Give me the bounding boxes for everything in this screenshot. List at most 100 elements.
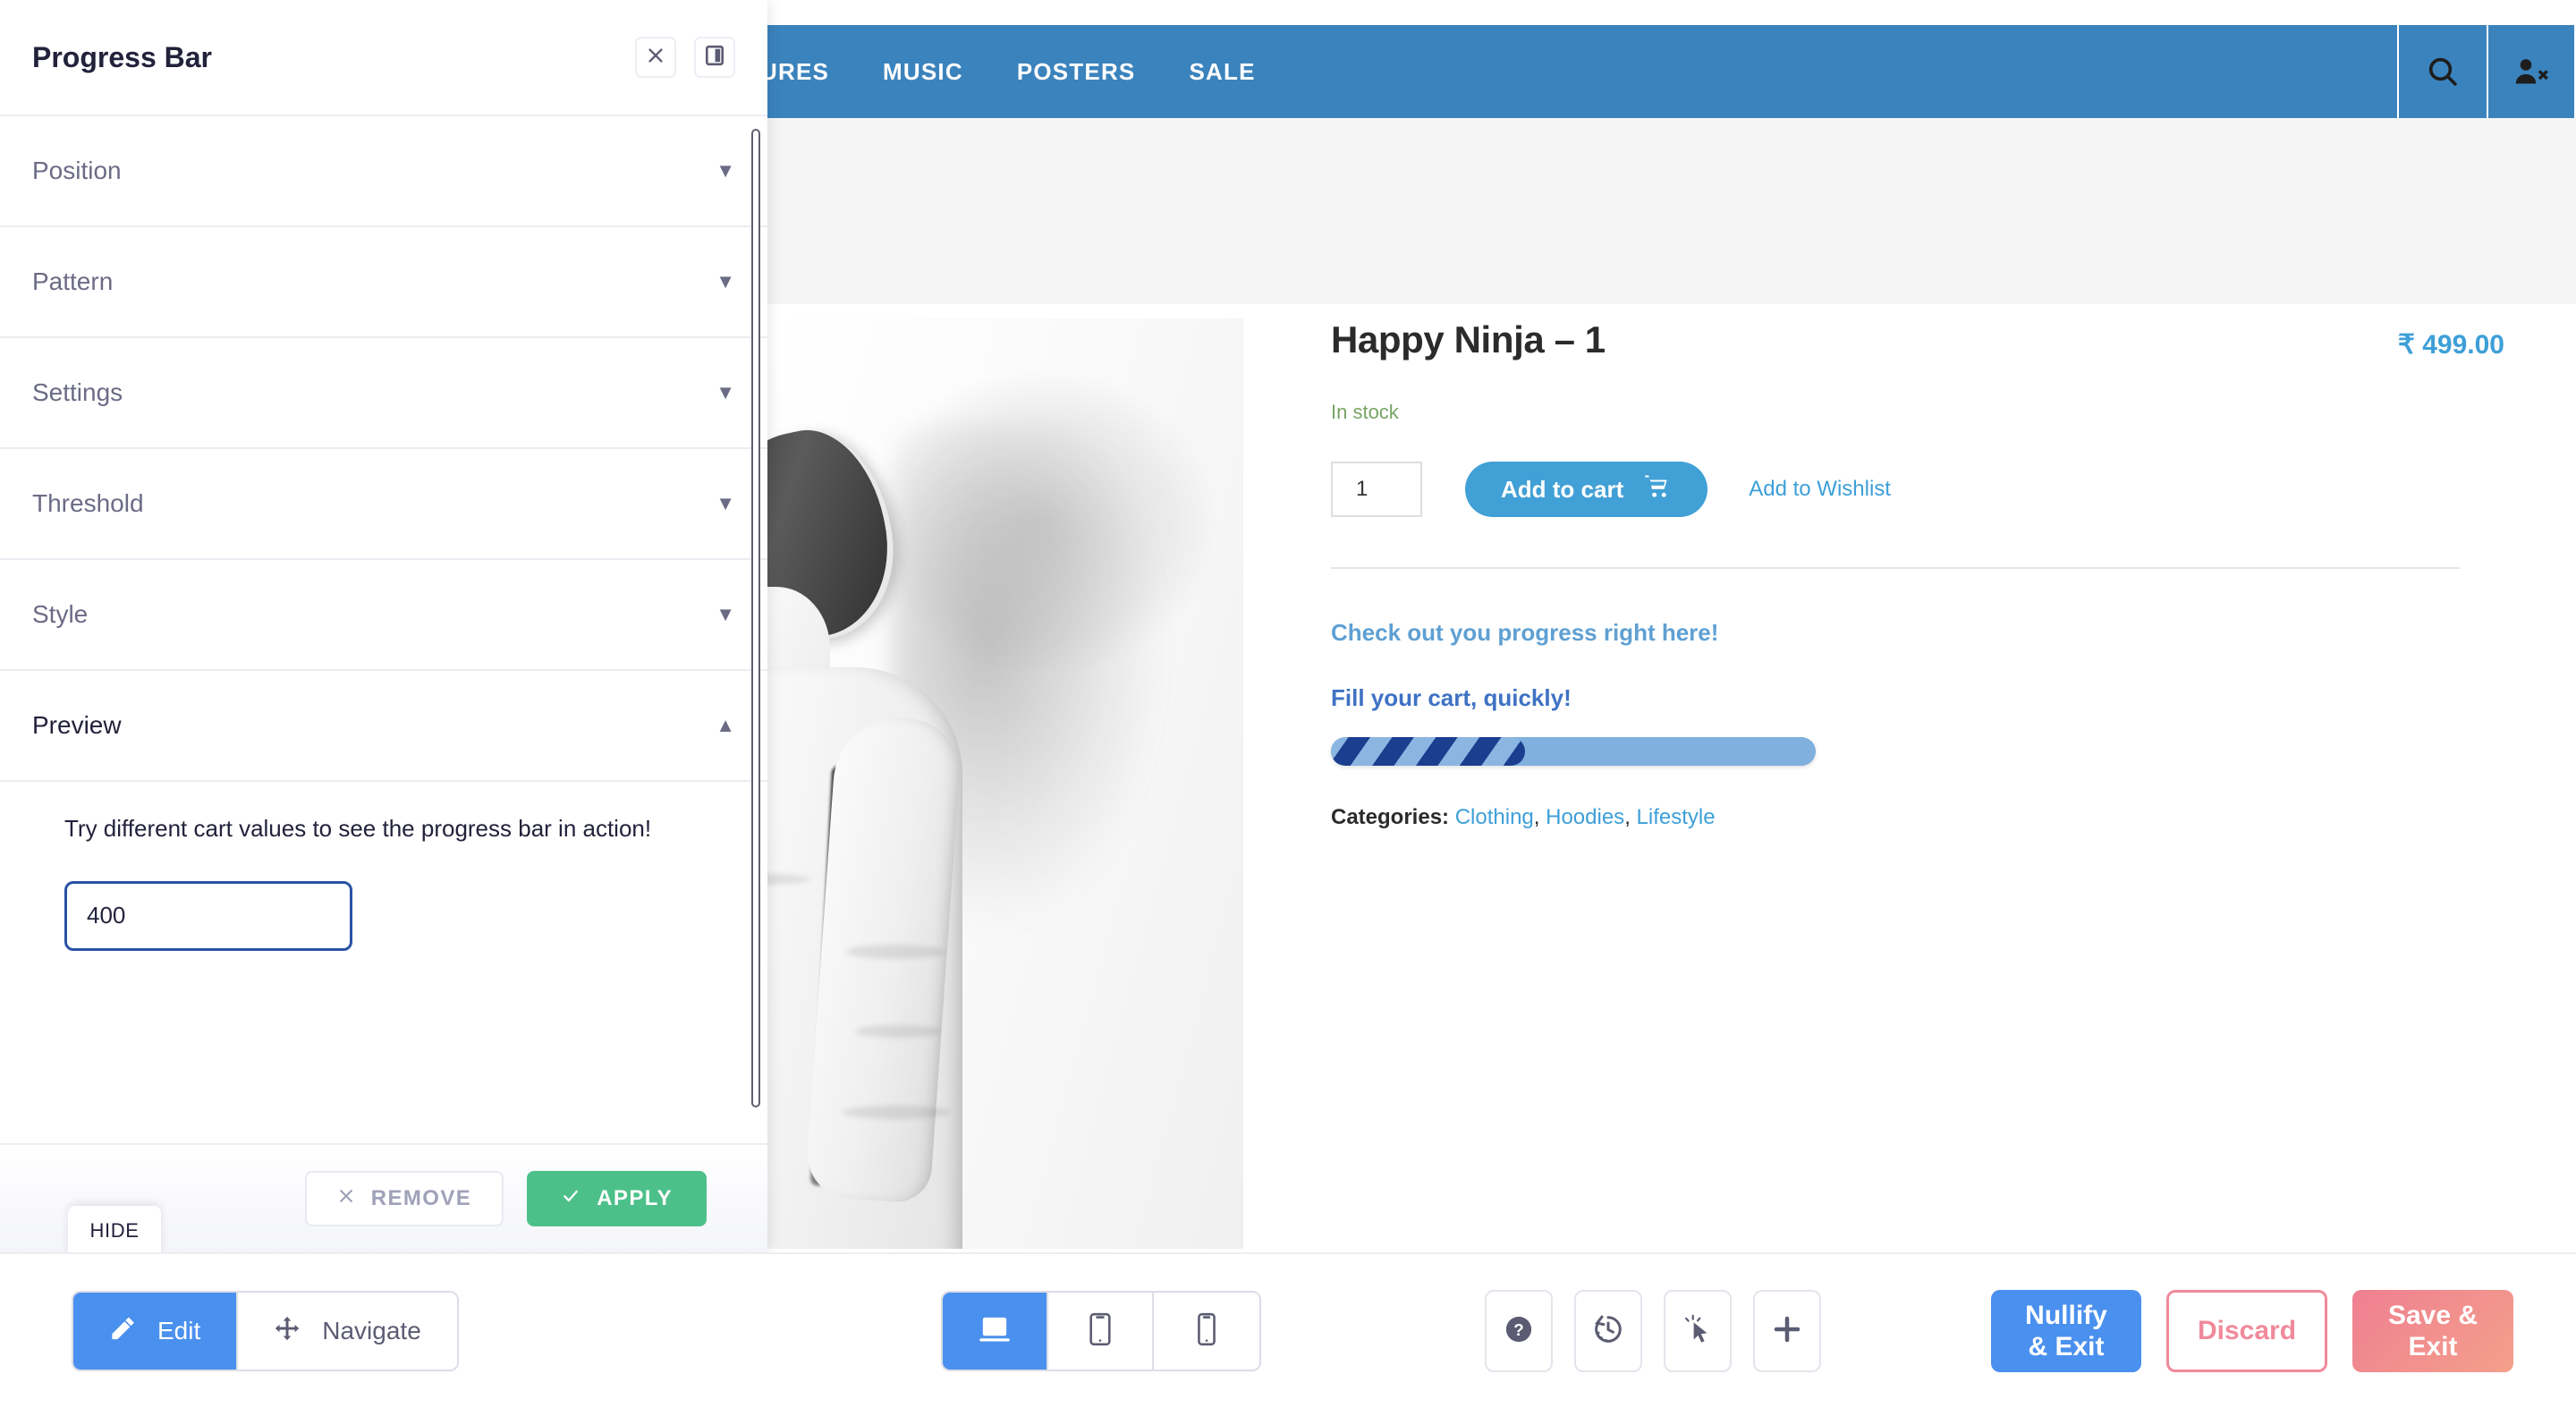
accordion-label: Pattern (32, 267, 114, 295)
panel-scroll-area: Position ▼ Pattern ▼ Settings ▼ Threshol… (0, 116, 767, 1145)
category-link-clothing[interactable]: Clothing (1455, 805, 1534, 829)
accordion-section-threshold[interactable]: Threshold ▼ (0, 449, 767, 560)
help-button[interactable]: ? (1485, 1290, 1553, 1372)
nullify-line-1: Nullify (2025, 1300, 2107, 1330)
click-cursor-icon (1682, 1312, 1713, 1351)
preview-section-body: Try different cart values to see the pro… (0, 782, 767, 951)
panel-header: Progress Bar (0, 0, 767, 116)
progress-subheading: Fill your cart, quickly! (1331, 684, 1572, 711)
panel-header-actions (635, 37, 735, 78)
device-button-desktop[interactable] (943, 1293, 1048, 1370)
discard-button[interactable]: Discard (2166, 1290, 2327, 1372)
save-line-2: Exit (2408, 1332, 2458, 1361)
device-button-tablet[interactable] (1048, 1293, 1154, 1370)
chevron-down-icon: ▼ (716, 603, 735, 625)
tablet-icon (1087, 1312, 1114, 1351)
accordion-label: Threshold (32, 489, 144, 517)
quantity-input[interactable] (1331, 462, 1422, 517)
device-button-mobile[interactable] (1154, 1293, 1259, 1370)
mode-button-edit[interactable]: Edit (73, 1293, 239, 1370)
preview-description: Try different cart values to see the pro… (64, 815, 652, 842)
remove-label: REMOVE (370, 1186, 472, 1210)
remove-button[interactable]: REMOVE (304, 1171, 504, 1226)
editor-bottom-bar: Edit Navigate ? Nullify & Exit Discard S… (0, 1252, 2576, 1408)
widget-settings-panel: Progress Bar Position ▼ Pattern ▼ Settin… (0, 0, 767, 1252)
nullify-exit-button[interactable]: Nullify & Exit (1991, 1290, 2141, 1372)
mode-label-edit: Edit (157, 1317, 201, 1344)
chevron-down-icon: ▼ (716, 270, 735, 293)
product-title: Happy Ninja – 1 (1331, 318, 1606, 360)
add-to-cart-button[interactable]: Add to cart (1465, 462, 1708, 517)
comma-2: , (1624, 805, 1631, 829)
settings-accordion: Position ▼ Pattern ▼ Settings ▼ Threshol… (0, 116, 767, 951)
accordion-section-style[interactable]: Style ▼ (0, 560, 767, 671)
progress-bar-track (1331, 737, 1816, 766)
accordion-label: Style (32, 600, 89, 628)
pencil-icon (109, 1315, 136, 1348)
purchase-row: Add to cart Add to Wishlist (1331, 462, 2504, 517)
nav-link-posters[interactable]: POSTERS (990, 25, 1163, 118)
chevron-down-icon: ▼ (716, 381, 735, 403)
click-cursor-button[interactable] (1664, 1290, 1732, 1372)
panel-close-button[interactable] (635, 37, 676, 78)
close-icon (646, 46, 665, 70)
user-times-icon (2512, 54, 2550, 89)
nav-link-sale[interactable]: SALE (1162, 25, 1282, 118)
mode-segmented-control: Edit Navigate (72, 1291, 459, 1371)
categories-label: Categories: (1331, 805, 1450, 829)
save-line-1: Save & (2387, 1300, 2479, 1330)
plus-icon (1771, 1313, 1803, 1350)
history-icon (1591, 1312, 1625, 1351)
mobile-icon (1195, 1312, 1218, 1351)
shopping-cart-icon (1643, 473, 1672, 506)
revision-history-button[interactable] (1574, 1290, 1642, 1372)
accordion-label: Settings (32, 378, 123, 406)
progress-bar-fill (1331, 737, 1525, 766)
product-details: Happy Ninja – 1 ₹ 499.00 In stock Add to… (1331, 318, 2504, 830)
apply-label: APPLY (597, 1186, 673, 1210)
app-root: URES MUSIC POSTERS SALE Happy Ninja – 1 … (0, 0, 2576, 1408)
category-link-lifestyle[interactable]: Lifestyle (1637, 805, 1716, 829)
account-button[interactable] (2487, 25, 2576, 118)
panel-title: Progress Bar (32, 40, 212, 73)
device-segmented-control (941, 1291, 1261, 1371)
category-link-hoodies[interactable]: Hoodies (1546, 805, 1624, 829)
arrows-move-icon (274, 1315, 301, 1348)
svg-text:?: ? (1513, 1320, 1523, 1339)
save-exit-button[interactable]: Save & Exit (2352, 1290, 2513, 1372)
editor-actions: Nullify & Exit Discard Save & Exit (1991, 1290, 2513, 1372)
product-divider (1331, 567, 2460, 569)
nav-link-music[interactable]: MUSIC (856, 25, 990, 118)
product-image (766, 318, 1243, 1249)
add-to-wishlist-link[interactable]: Add to Wishlist (1749, 477, 1891, 502)
accordion-label: Preview (32, 711, 122, 739)
chevron-down-icon: ▼ (716, 492, 735, 514)
accordion-label: Position (32, 157, 122, 184)
panel-dock-button[interactable] (694, 37, 735, 78)
site-nav-actions (2397, 25, 2576, 118)
product-price: ₹ 499.00 (2397, 330, 2504, 360)
comma-1: , (1533, 805, 1540, 829)
x-icon (337, 1186, 355, 1211)
stock-status: In stock (1331, 401, 1399, 423)
apply-button[interactable]: APPLY (527, 1171, 707, 1226)
add-widget-button[interactable] (1753, 1290, 1821, 1372)
search-icon (2425, 54, 2461, 89)
accordion-section-position[interactable]: Position ▼ (0, 116, 767, 227)
help-icon: ? (1503, 1313, 1535, 1350)
mode-switcher: Edit Navigate (72, 1291, 459, 1371)
accordion-section-settings[interactable]: Settings ▼ (0, 338, 767, 449)
nullify-line-2: & Exit (2028, 1332, 2105, 1361)
search-button[interactable] (2397, 25, 2487, 118)
hide-panel-tab[interactable]: HIDE (68, 1206, 161, 1256)
mode-button-navigate[interactable]: Navigate (238, 1293, 457, 1370)
accordion-section-preview[interactable]: Preview ▲ (0, 671, 767, 782)
chevron-down-icon: ▼ (716, 159, 735, 182)
panel-dock-icon (705, 45, 724, 71)
cart-value-input[interactable] (64, 880, 352, 951)
check-icon (561, 1186, 580, 1211)
panel-scrollbar[interactable] (751, 129, 760, 1107)
mode-label-navigate: Navigate (322, 1317, 421, 1344)
accordion-section-pattern[interactable]: Pattern ▼ (0, 227, 767, 338)
chevron-up-icon: ▲ (716, 714, 735, 736)
